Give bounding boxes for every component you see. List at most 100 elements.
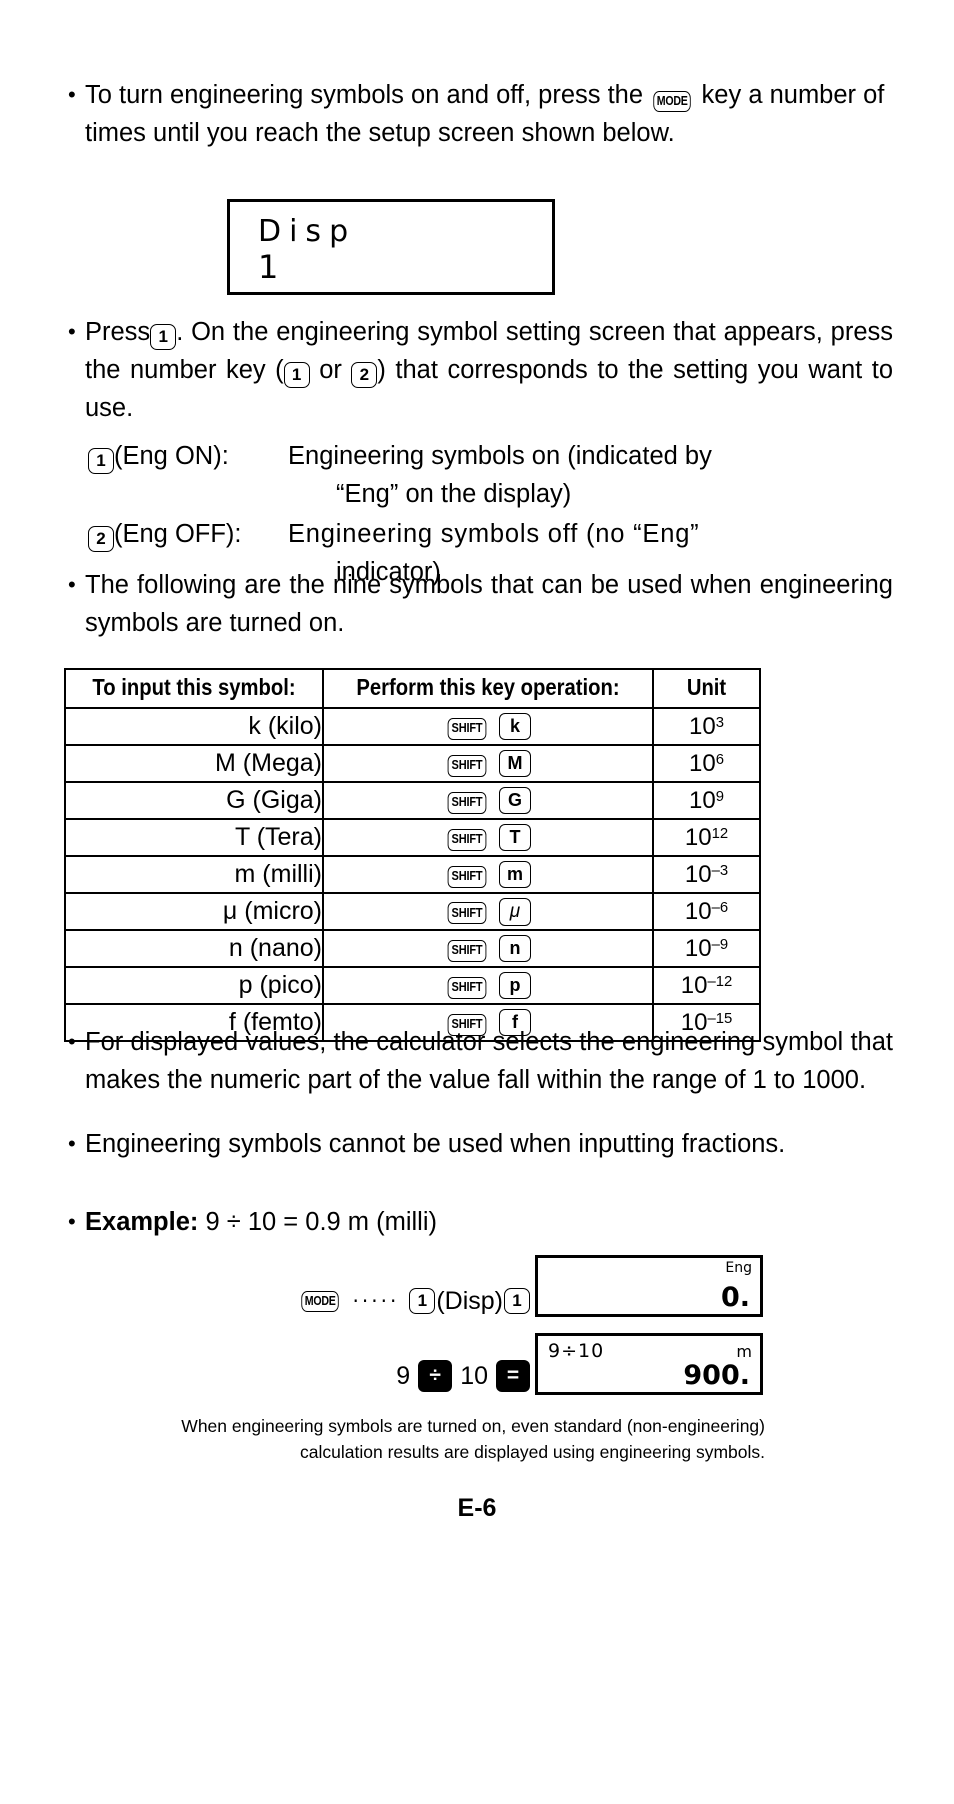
- cell-key-operation: SHIFT M: [322, 744, 654, 783]
- bullet-text: For displayed values, the calculator sel…: [85, 1028, 893, 1094]
- bullet-fractions: • Engineering symbols cannot be used whe…: [63, 1125, 893, 1163]
- key-1-icon[interactable]: 1: [504, 1288, 530, 1314]
- cell-unit: 109: [652, 781, 761, 820]
- cell-symbol: T (Tera): [64, 818, 324, 857]
- manual-page: • To turn engineering symbols on and off…: [0, 0, 954, 1804]
- header-key-operation: Perform this key operation:: [322, 668, 654, 709]
- equals-key-icon[interactable]: =: [496, 1360, 530, 1392]
- table-body: k (kilo) SHIFT k 103 M (Mega) SHIFT M 106 G (Gig…: [64, 707, 761, 1042]
- cell-symbol: n (nano): [64, 929, 324, 968]
- shift-key-icon[interactable]: SHIFT: [447, 939, 487, 962]
- operand-10: 10: [460, 1361, 488, 1390]
- key-1-icon[interactable]: 1: [150, 324, 177, 350]
- mode-key-icon[interactable]: MODE: [301, 1290, 340, 1312]
- key-1-icon[interactable]: 1: [409, 1288, 436, 1314]
- shift-key-icon[interactable]: SHIFT: [447, 902, 487, 924]
- engineering-symbol-table: To input this symbol: Perform this key o…: [64, 668, 761, 1042]
- cell-symbol: G (Giga): [64, 781, 324, 820]
- operand-9: 9: [396, 1361, 411, 1390]
- unit-exponent: 12: [711, 825, 729, 842]
- symbol-key-icon[interactable]: G: [499, 787, 531, 814]
- setup-screen-line2: 1: [258, 248, 279, 286]
- mode-key-icon[interactable]: MODE: [653, 91, 692, 112]
- bullet-turn-on-off: • To turn engineering symbols on and off…: [63, 76, 893, 152]
- table-row: M (Mega) SHIFT M 106: [64, 744, 761, 783]
- example-step1-display: Eng 0.: [535, 1255, 763, 1317]
- cell-key-operation: SHIFT μ: [322, 892, 654, 931]
- table-row: T (Tera) SHIFT T 1012: [64, 818, 761, 857]
- symbol-key-icon[interactable]: n: [499, 935, 531, 962]
- shift-key-icon[interactable]: SHIFT: [447, 754, 487, 777]
- cell-unit: 10–9: [652, 929, 761, 968]
- setting-eng-on-desc-line2: “Eng” on the display): [336, 480, 572, 508]
- symbol-key-icon[interactable]: p: [499, 972, 531, 999]
- bullet-marker: •: [68, 1131, 76, 1156]
- key-sequence-dots: ·····: [352, 1289, 400, 1313]
- cell-key-operation: SHIFT p: [322, 966, 654, 1005]
- symbol-key-icon[interactable]: T: [499, 824, 531, 851]
- bullet-marker: •: [68, 572, 76, 597]
- shift-key-icon[interactable]: SHIFT: [447, 865, 487, 888]
- key-2-icon[interactable]: 2: [351, 362, 378, 388]
- example-line: Example: 9 ÷ 10 = 0.9 m (milli): [85, 1203, 893, 1241]
- bullet-marker: •: [68, 82, 76, 107]
- symbol-key-icon[interactable]: k: [499, 713, 531, 740]
- table-header-row: To input this symbol: Perform this key o…: [64, 668, 761, 709]
- step2-entry: 9÷10: [548, 1340, 605, 1362]
- example-label: Example:: [85, 1208, 199, 1236]
- symbol-key-icon[interactable]: M: [499, 750, 531, 777]
- symbol-key-icon[interactable]: m: [499, 861, 531, 888]
- example-step2-display: 9÷10 m 900.: [535, 1333, 763, 1395]
- unit-exponent: 3: [715, 714, 724, 731]
- table-row: m (milli) SHIFT m 10–3: [64, 855, 761, 894]
- key-1-icon[interactable]: 1: [88, 448, 114, 474]
- cell-symbol: p (pico): [64, 966, 324, 1005]
- bullet-press-one: • Press 1. On the engineering symbol sett…: [63, 313, 893, 427]
- setting-eng-off-label: (Eng OFF):: [114, 520, 242, 548]
- key-2-icon[interactable]: 2: [88, 526, 114, 552]
- eng-indicator: Eng: [725, 1260, 752, 1276]
- press-label: Press: [85, 318, 151, 346]
- shift-key-icon[interactable]: SHIFT: [447, 976, 487, 999]
- unit-base: 10: [684, 897, 712, 925]
- unit-base: 10: [689, 712, 716, 740]
- page-number: E-6: [457, 1494, 497, 1522]
- cell-key-operation: SHIFT T: [322, 818, 654, 857]
- cell-unit: 10–12: [652, 966, 761, 1005]
- step1-result: 0.: [720, 1282, 750, 1313]
- unit-base: 10: [684, 823, 712, 851]
- table-row: G (Giga) SHIFT G 109: [64, 781, 761, 820]
- bullet-text: Press 1. On the engineering symbol settin…: [85, 313, 893, 427]
- cell-symbol: k (kilo): [64, 707, 324, 746]
- unit-exponent: 6: [715, 751, 724, 768]
- shift-key-icon[interactable]: SHIFT: [447, 791, 487, 814]
- setup-screen-line1: Disp: [258, 214, 357, 249]
- footnote-text: When engineering symbols are turned on, …: [181, 1416, 765, 1462]
- unit-exponent: –12: [707, 973, 733, 990]
- symbol-key-icon[interactable]: μ: [499, 897, 531, 926]
- table-row: μ (micro) SHIFT μ 10–6: [64, 892, 761, 931]
- example-step1-keys: MODE ····· 1 (Disp) 1: [200, 1269, 530, 1333]
- shift-key-icon[interactable]: SHIFT: [447, 717, 487, 740]
- cell-key-operation: SHIFT G: [322, 781, 654, 820]
- divide-key-icon[interactable]: ÷: [418, 1360, 453, 1392]
- unit-exponent: –9: [711, 936, 729, 953]
- unit-base: 10: [689, 749, 716, 777]
- cell-unit: 10–6: [652, 892, 761, 931]
- setting-eng-on-desc-line1: Engineering symbols on (indicated by: [288, 442, 712, 470]
- unit-exponent: 9: [715, 788, 724, 805]
- cell-unit: 10–3: [652, 855, 761, 894]
- key-1-alt-icon[interactable]: 1: [283, 362, 310, 388]
- setup-screen-display: Disp 1: [227, 199, 555, 295]
- cell-unit: 1012: [652, 818, 761, 857]
- symbol-table-wrapper: To input this symbol: Perform this key o…: [64, 668, 761, 1042]
- bullet-example: • Example: 9 ÷ 10 = 0.9 m (milli): [63, 1203, 893, 1241]
- cell-symbol: M (Mega): [64, 744, 324, 783]
- shift-key-icon[interactable]: SHIFT: [447, 828, 487, 851]
- bullet-text: Engineering symbols cannot be used when …: [85, 1130, 786, 1158]
- disp-label: (Disp): [436, 1286, 503, 1315]
- setting-eng-on: 1 (Eng ON): Engineering symbols on (indic…: [88, 437, 888, 513]
- table-row: n (nano) SHIFT n 10–9: [64, 929, 761, 968]
- header-symbol: To input this symbol:: [64, 668, 324, 709]
- unit-base: 10: [684, 860, 712, 888]
